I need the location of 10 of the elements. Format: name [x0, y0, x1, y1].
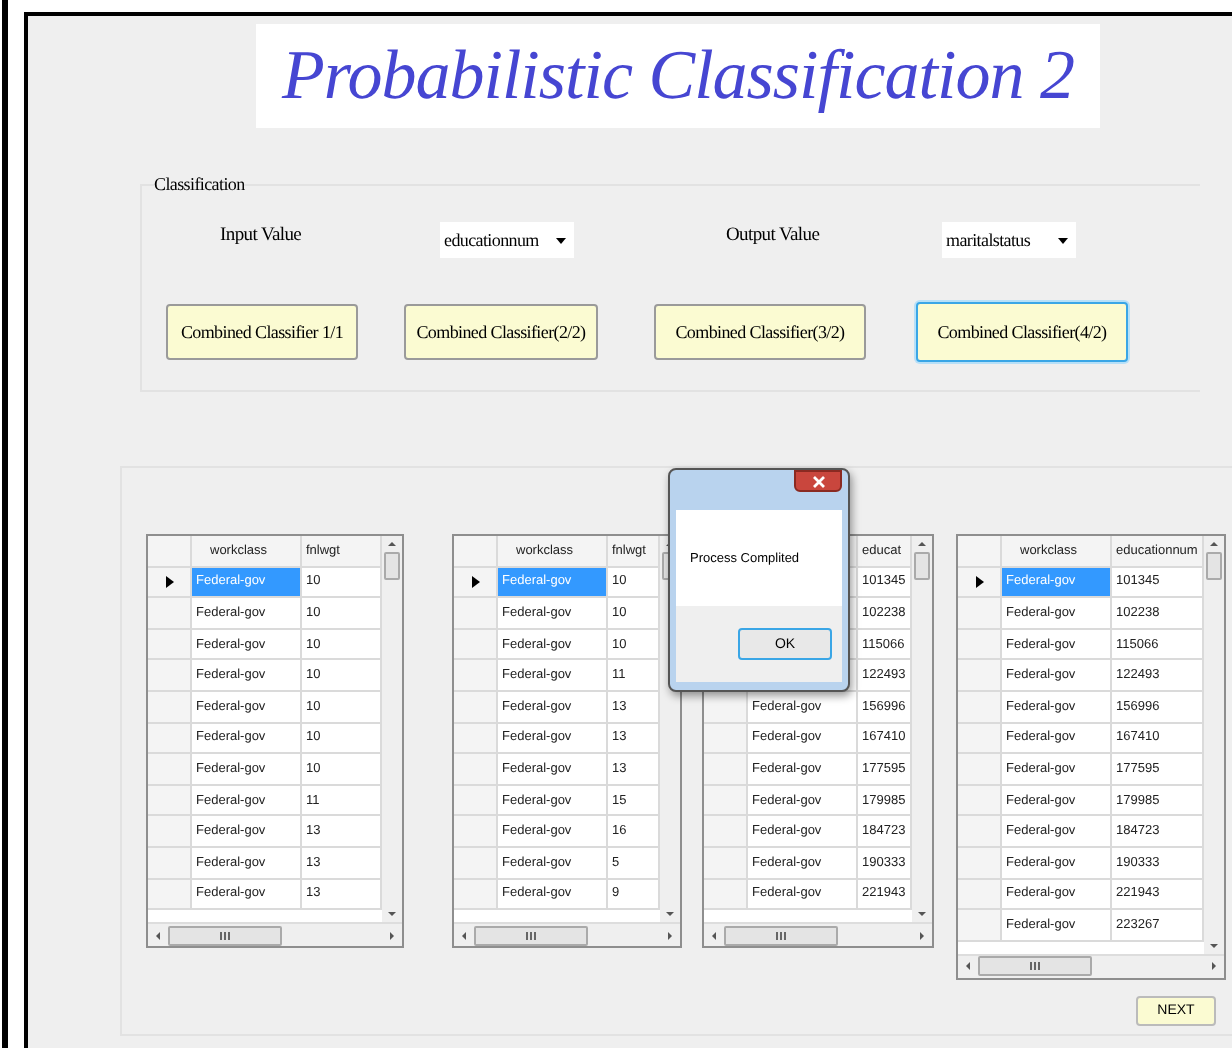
classifier-button[interactable]: Combined Classifier(3/2): [654, 304, 866, 360]
output-value-label: Output Value: [726, 226, 820, 246]
classifier-button[interactable]: Combined Classifier 1/1: [166, 304, 358, 360]
classifier-button[interactable]: Combined Classifier(4/2): [916, 302, 1128, 362]
classifier-button[interactable]: Combined Classifier(2/2): [404, 304, 598, 360]
app-title: Probabilistic Classification 2: [282, 36, 1074, 116]
input-value-label: Input Value: [220, 226, 302, 246]
group-label: Classification: [154, 174, 245, 194]
output-value-dropdown[interactable]: maritalstatus: [942, 222, 1076, 258]
input-value-dropdown[interactable]: educationnum: [440, 222, 574, 258]
